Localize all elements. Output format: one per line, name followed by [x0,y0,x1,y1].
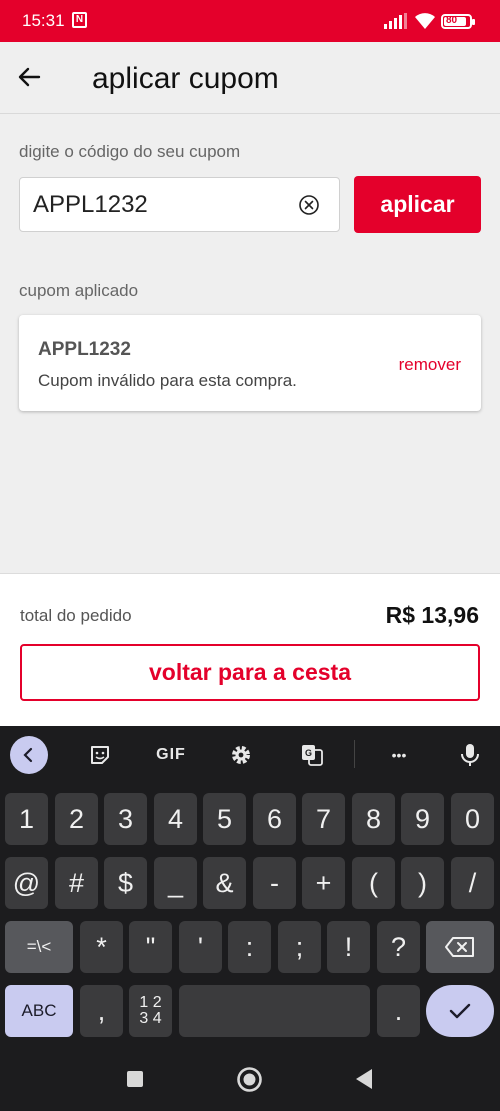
key-colon[interactable]: : [228,921,271,973]
gif-button[interactable]: GIF [150,736,192,774]
order-total-label: total do pedido [20,606,132,625]
coupon-code-input[interactable] [33,190,283,220]
status-bar: 15:31 N 80 [0,0,500,42]
keyboard-settings-button[interactable] [225,736,257,774]
backspace-icon [445,937,474,957]
svg-text:G: G [305,748,312,758]
home-nav-icon[interactable] [236,1066,263,1093]
key-1[interactable]: 1 [5,793,48,845]
gear-icon [232,746,250,764]
order-summary-panel: total do pedido R$ 13,96 voltar para a c… [0,573,500,726]
numpad-key-bottom: 3 4 [139,1010,162,1027]
key-at[interactable]: @ [5,857,48,909]
key-6[interactable]: 6 [253,793,296,845]
page-title: aplicar cupom [92,62,279,95]
back-to-cart-button[interactable]: voltar para a cesta [20,644,480,701]
coupon-error-message: Cupom inválido para esta compra. [38,371,297,390]
cell-signal-icon [384,13,407,29]
key-exclamation[interactable]: ! [327,921,370,973]
key-semicolon[interactable]: ; [278,921,321,973]
toolbar-divider [354,740,355,768]
key-period[interactable]: . [377,985,420,1037]
sticker-icon [91,746,109,764]
applied-coupon-code: APPL1232 [38,339,131,360]
wifi-icon [415,13,435,29]
key-slash[interactable]: / [451,857,494,909]
key-double-quote[interactable]: " [129,921,172,973]
recents-nav-icon[interactable] [126,1070,144,1088]
key-8[interactable]: 8 [352,793,395,845]
key-9[interactable]: 9 [401,793,444,845]
space-key[interactable] [179,985,370,1037]
key-minus[interactable]: - [253,857,296,909]
voice-input-button[interactable] [455,736,485,774]
key-asterisk[interactable]: * [80,921,123,973]
key-hash[interactable]: # [55,857,98,909]
applied-coupon-label: cupom aplicado [19,281,139,300]
coupon-field [19,177,340,232]
more-options-button[interactable]: ••• [382,736,416,774]
checkmark-icon [449,1003,471,1019]
apply-coupon-button[interactable]: aplicar [354,176,481,233]
system-nav-bar [0,1043,500,1111]
symbols-shift-key[interactable]: =\< [5,921,73,973]
key-open-paren[interactable]: ( [352,857,395,909]
order-total-value: R$ 13,96 [385,602,479,628]
back-nav-icon[interactable] [354,1068,374,1090]
abc-key[interactable]: ABC [5,985,73,1037]
battery-icon: 80 [441,14,475,29]
coupon-input-label: digite o código do seu cupom [19,142,241,161]
translate-icon: G [302,745,323,766]
battery-level: 80 [446,15,458,26]
key-dollar[interactable]: $ [104,857,147,909]
key-3[interactable]: 3 [104,793,147,845]
translate-button[interactable]: G [296,736,328,774]
key-single-quote[interactable]: ' [179,921,222,973]
sticker-button[interactable] [84,736,116,774]
status-time: 15:31 [22,11,65,30]
chevron-left-icon [23,747,33,763]
numpad-key-top: 1 2 [139,994,162,1011]
nfc-icon: N [72,12,87,28]
numpad-key[interactable]: 1 2 3 4 [129,985,172,1037]
keyboard: GIF G ••• 1 2 3 4 5 6 7 8 9 0 @ # $ _ & … [0,726,500,1043]
remove-coupon-link[interactable]: remover [399,355,461,375]
key-underscore[interactable]: _ [154,857,197,909]
key-close-paren[interactable]: ) [401,857,444,909]
key-4[interactable]: 4 [154,793,197,845]
key-comma[interactable]: , [80,985,123,1037]
microphone-icon [461,744,479,766]
back-button[interactable] [10,58,48,96]
keyboard-toolbar: GIF G ••• [0,726,500,784]
key-7[interactable]: 7 [302,793,345,845]
key-2[interactable]: 2 [55,793,98,845]
keyboard-collapse-button[interactable] [10,736,48,774]
app-bar: aplicar cupom [0,42,500,114]
applied-coupon-card: APPL1232 Cupom inválido para esta compra… [19,315,481,411]
key-plus[interactable]: + [302,857,345,909]
key-question[interactable]: ? [377,921,420,973]
backspace-key[interactable] [426,921,494,973]
clear-input-icon[interactable] [298,194,320,216]
done-key[interactable] [426,985,494,1037]
arrow-left-icon [18,67,41,87]
key-5[interactable]: 5 [203,793,246,845]
key-ampersand[interactable]: & [203,857,246,909]
key-0[interactable]: 0 [451,793,494,845]
